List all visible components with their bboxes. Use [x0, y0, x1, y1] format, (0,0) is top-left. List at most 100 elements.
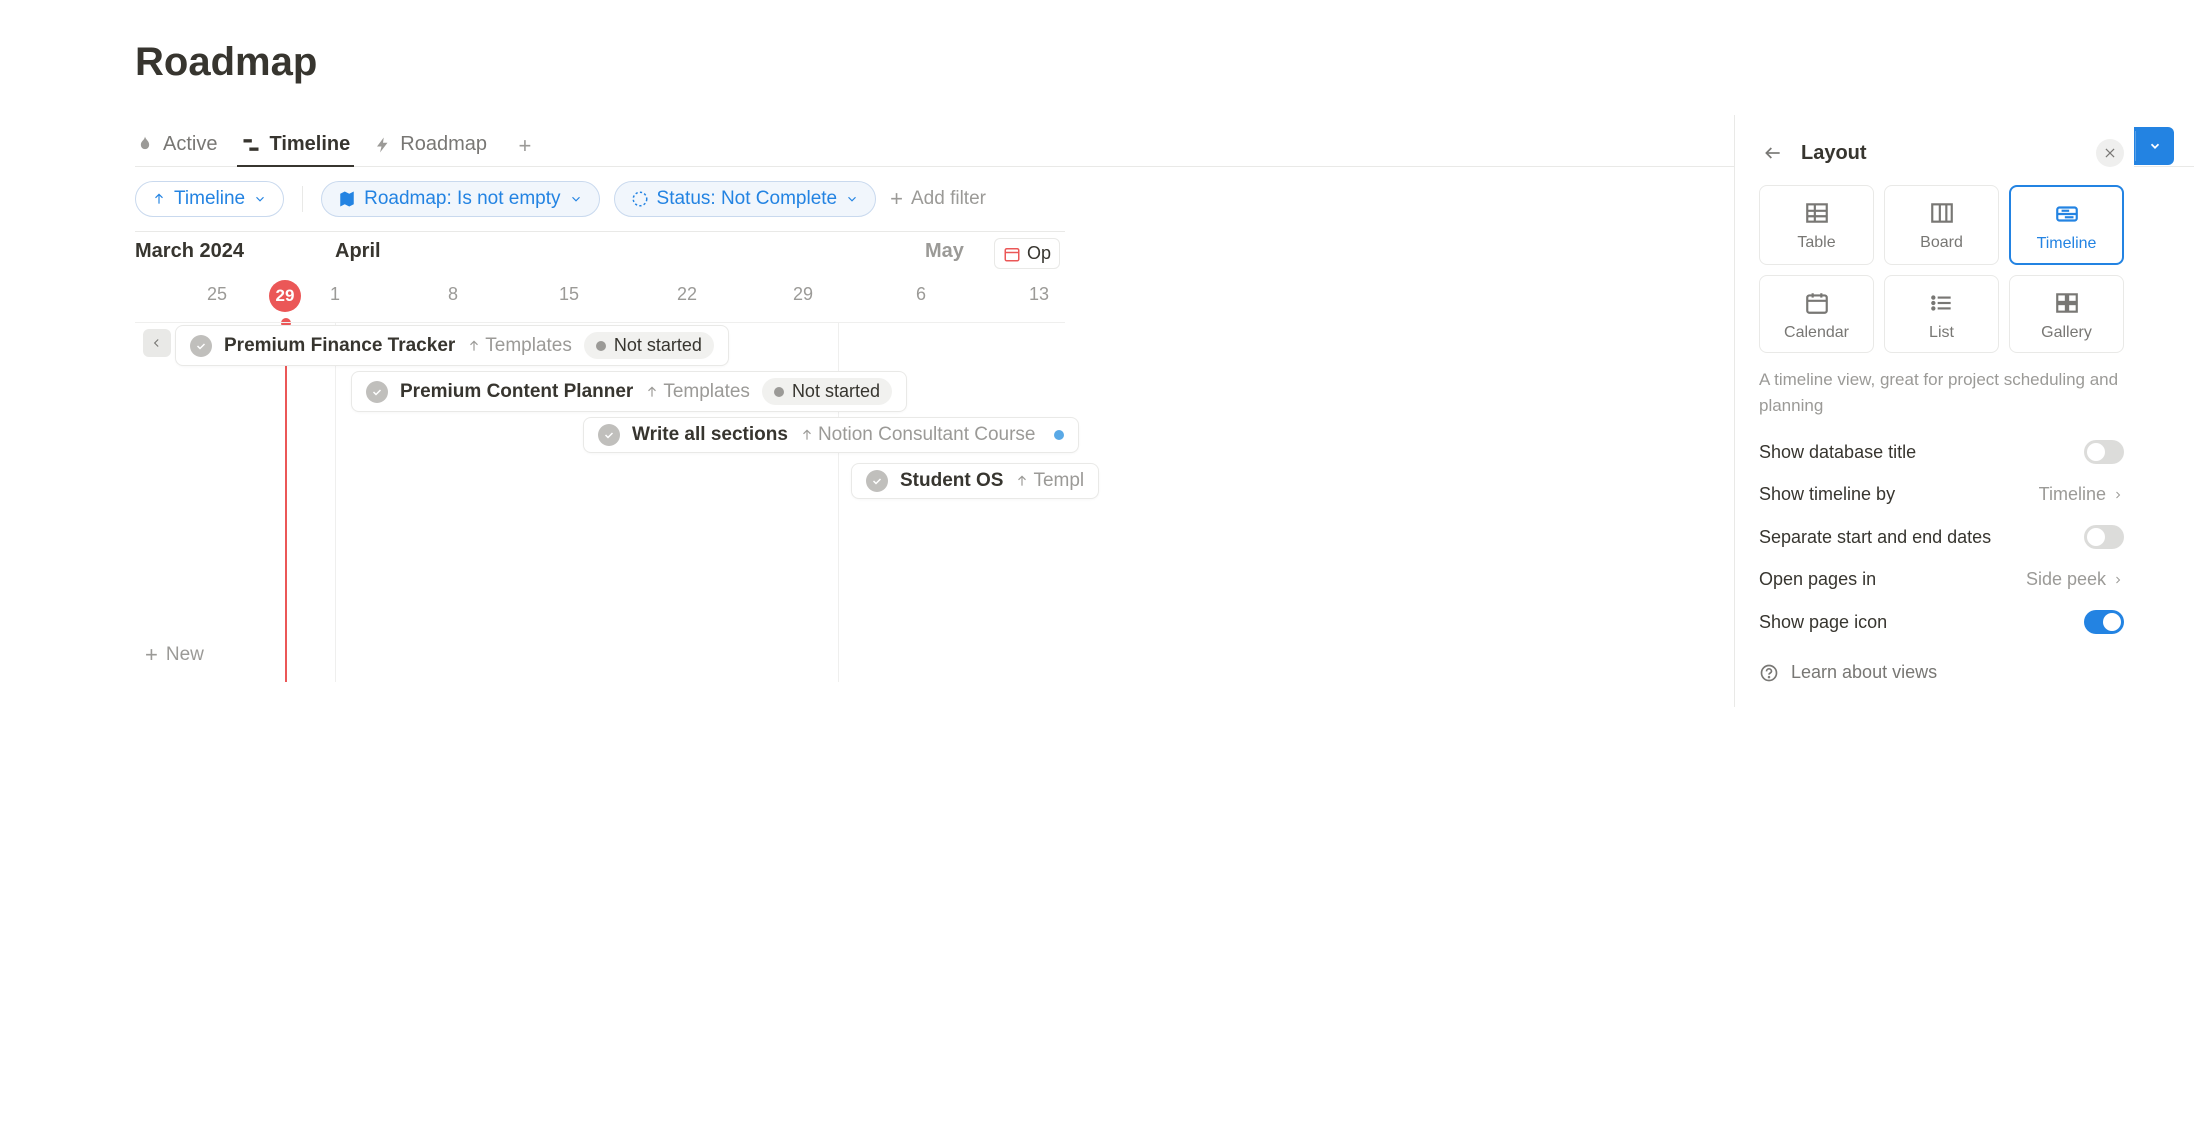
check-icon: [190, 335, 212, 357]
month-label: April: [335, 240, 381, 263]
timeline-item[interactable]: Premium Finance Tracker Templates Not st…: [175, 325, 729, 366]
item-relation: Templates: [467, 335, 572, 357]
chevron-down-icon: [845, 192, 859, 206]
layout-option-label: Board: [1920, 234, 1963, 252]
scroll-left-handle[interactable]: [143, 329, 171, 357]
open-label: Op: [1027, 243, 1051, 264]
layout-option-label: Calendar: [1784, 324, 1849, 342]
layout-option-list[interactable]: List: [1884, 275, 1999, 353]
item-title: Premium Finance Tracker: [224, 335, 455, 357]
layout-option-timeline[interactable]: Timeline: [2009, 185, 2124, 265]
plus-icon: +: [145, 642, 158, 668]
month-label: March 2024: [135, 240, 244, 263]
layout-option-board[interactable]: Board: [1884, 185, 1999, 265]
option-show-timeline-by[interactable]: Show timeline by Timeline: [1759, 474, 2124, 515]
day-label: 15: [559, 284, 579, 305]
item-title: Student OS: [900, 470, 1003, 492]
pill-label: Timeline: [174, 188, 245, 210]
check-icon: [366, 381, 388, 403]
board-icon: [1929, 200, 1955, 226]
panel-title: Layout: [1801, 142, 2082, 165]
gallery-icon: [2054, 290, 2080, 316]
page-title: Roadmap: [135, 40, 2194, 85]
bolt-icon: [374, 136, 392, 154]
option-label: Show page icon: [1759, 612, 1887, 633]
new-row-button[interactable]: + New: [145, 642, 204, 668]
chevron-right-icon: [2112, 574, 2124, 586]
arrow-up-icon: [800, 428, 814, 442]
status-badge: Not started: [762, 378, 892, 405]
status-loading-icon: [631, 190, 649, 208]
timeline-header: March 2024 April May 25 29 1 8 15 22 29 …: [135, 232, 1065, 322]
today-marker: 29: [269, 280, 301, 312]
chevron-right-icon: [2112, 489, 2124, 501]
layout-option-calendar[interactable]: Calendar: [1759, 275, 1874, 353]
timeline-icon: [2054, 201, 2080, 227]
timeline-item[interactable]: Write all sections Notion Consultant Cou…: [583, 417, 1079, 453]
option-label: Separate start and end dates: [1759, 527, 1991, 548]
toggle[interactable]: [2084, 440, 2124, 464]
open-in-button[interactable]: Op: [994, 238, 1060, 269]
timeline-rows: Premium Finance Tracker Templates Not st…: [135, 322, 1065, 682]
day-label: 6: [916, 284, 926, 305]
filter-roadmap[interactable]: Roadmap: Is not empty: [321, 181, 599, 217]
plus-icon: +: [890, 186, 903, 212]
check-icon: [866, 470, 888, 492]
option-separate-dates[interactable]: Separate start and end dates: [1759, 515, 2124, 559]
tab-label: Active: [163, 133, 217, 156]
option-open-pages-in[interactable]: Open pages in Side peek: [1759, 559, 2124, 600]
timeline-area: March 2024 April May 25 29 1 8 15 22 29 …: [135, 231, 1065, 682]
toggle[interactable]: [2084, 525, 2124, 549]
layout-option-label: Timeline: [2037, 235, 2097, 253]
tab-active[interactable]: Active: [135, 125, 217, 166]
day-label: 22: [677, 284, 697, 305]
day-label: 1: [330, 284, 340, 305]
view-type-pill[interactable]: Timeline: [135, 181, 284, 217]
timeline-item[interactable]: Premium Content Planner Templates Not st…: [351, 371, 907, 412]
status-badge: Not started: [584, 332, 714, 359]
add-filter-label: Add filter: [911, 188, 986, 210]
timeline-icon: [241, 135, 261, 155]
item-relation: Notion Consultant Course: [800, 424, 1036, 446]
fire-icon: [135, 135, 155, 155]
option-label: Show database title: [1759, 442, 1916, 463]
day-label: 8: [448, 284, 458, 305]
status-dot-icon: [1054, 430, 1064, 440]
tab-label: Timeline: [269, 133, 350, 156]
chevron-down-icon[interactable]: [2135, 131, 2174, 161]
filter-status[interactable]: Status: Not Complete: [614, 181, 877, 217]
day-label: 13: [1029, 284, 1049, 305]
add-view-button[interactable]: +: [511, 132, 539, 160]
timeline-item[interactable]: Student OS Templ: [851, 463, 1099, 499]
tab-label: Roadmap: [400, 133, 487, 156]
pill-label: Roadmap: Is not empty: [364, 188, 560, 210]
tab-timeline[interactable]: Timeline: [241, 125, 350, 166]
layout-option-label: Table: [1797, 234, 1835, 252]
layout-option-table[interactable]: Table: [1759, 185, 1874, 265]
option-show-page-icon[interactable]: Show page icon: [1759, 600, 2124, 644]
day-label: 25: [207, 284, 227, 305]
arrow-up-icon: [152, 192, 166, 206]
arrow-up-icon: [467, 339, 481, 353]
option-label: Show timeline by: [1759, 484, 1895, 505]
chevron-down-icon: [569, 192, 583, 206]
tab-roadmap[interactable]: Roadmap: [374, 125, 487, 166]
layout-option-label: Gallery: [2041, 324, 2092, 342]
layout-option-gallery[interactable]: Gallery: [2009, 275, 2124, 353]
chevron-down-icon: [253, 192, 267, 206]
learn-label: Learn about views: [1791, 662, 1937, 683]
option-show-db-title[interactable]: Show database title: [1759, 430, 2124, 474]
calendar-icon: [1003, 245, 1021, 263]
panel-back-button[interactable]: [1759, 139, 1787, 167]
add-filter-button[interactable]: + Add filter: [890, 186, 986, 212]
toggle[interactable]: [2084, 610, 2124, 634]
status-dot-icon: [774, 387, 784, 397]
list-icon: [1929, 290, 1955, 316]
option-label: Open pages in: [1759, 569, 1876, 590]
item-title: Premium Content Planner: [400, 381, 633, 403]
learn-about-views[interactable]: Learn about views: [1759, 644, 2124, 683]
month-label: May: [925, 240, 964, 263]
item-title: Write all sections: [632, 424, 788, 446]
panel-close-button[interactable]: [2096, 139, 2124, 167]
option-value: Timeline: [2039, 484, 2124, 505]
